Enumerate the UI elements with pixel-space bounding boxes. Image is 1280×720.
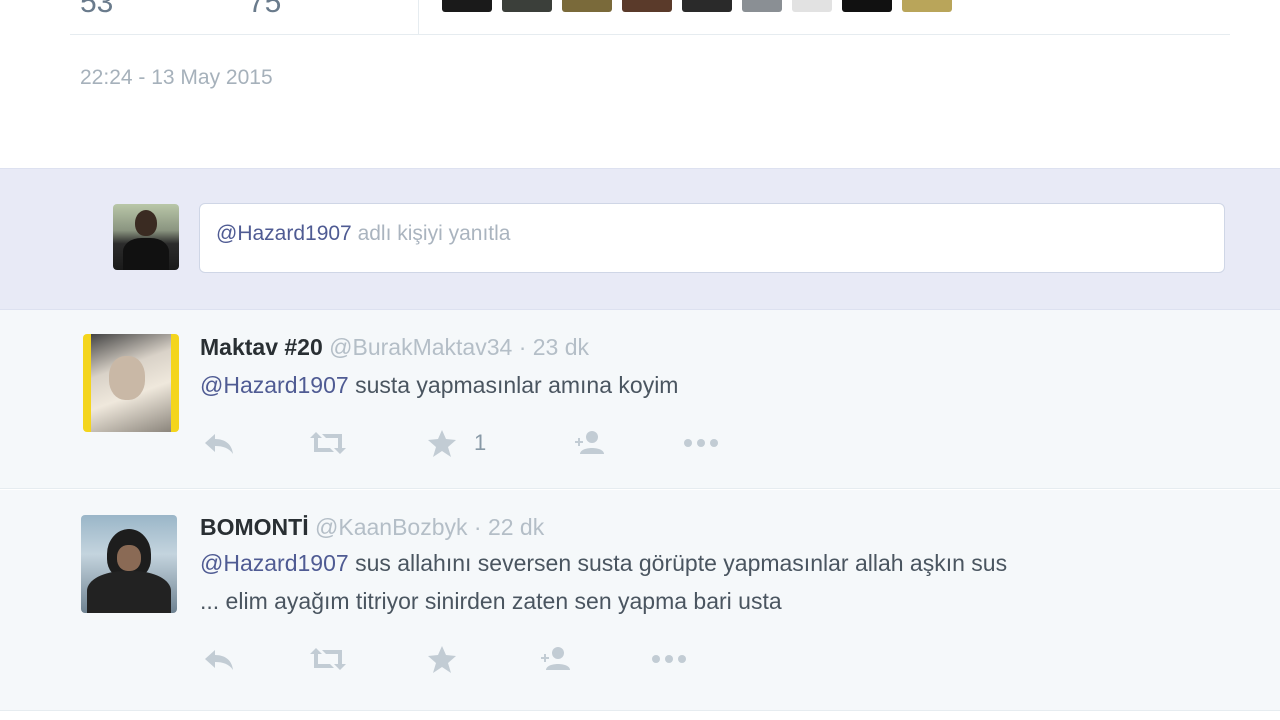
favorite-count[interactable]: 75: [248, 0, 281, 20]
tweet-timestamp[interactable]: 22:24 - 13 May 2015: [80, 66, 273, 90]
favoriter-avatar[interactable]: [622, 0, 672, 12]
reply-time[interactable]: 23 dk: [533, 334, 589, 360]
favorite-icon[interactable]: [426, 644, 458, 674]
reply-text: @Hazard1907 sus allahını seversen susta …: [200, 544, 1240, 620]
reply-time[interactable]: 22 dk: [488, 514, 544, 540]
reply-author-name[interactable]: Maktav #20: [200, 334, 323, 360]
reply-text: @Hazard1907 susta yapmasınlar amına koyi…: [200, 366, 678, 404]
reply-actions: 1: [200, 428, 760, 458]
retweet-icon[interactable]: [308, 428, 348, 458]
favoriter-avatar[interactable]: [792, 0, 832, 12]
follow-icon[interactable]: [572, 428, 612, 458]
reply-input-placeholder: adlı kişiyi yanıtla: [357, 222, 511, 245]
reply-actions: [200, 644, 760, 674]
favoriter-avatar[interactable]: [902, 0, 952, 12]
reply-body: sus allahını seversen susta görüpte yapm…: [355, 550, 1008, 576]
reply-header: BOMONTİ @KaanBozbyk · 22 dk: [200, 514, 544, 541]
favoriter-avatar[interactable]: [562, 0, 612, 12]
retweet-count[interactable]: 53: [80, 0, 113, 20]
reply-text-line: ... elim ayağım titriyor sinirden zaten …: [200, 588, 782, 614]
reply-favorite-count: 1: [474, 430, 487, 455]
reply-author-name[interactable]: BOMONTİ: [200, 514, 309, 540]
reply-composer: @Hazard1907 adlı kişiyi yanıtla: [0, 168, 1280, 310]
reply-body: susta yapmasınlar amına koyim: [355, 372, 679, 398]
more-icon[interactable]: [648, 644, 690, 674]
stats-divider: [418, 0, 419, 34]
reply-tweet[interactable]: BOMONTİ @KaanBozbyk · 22 dk @Hazard1907 …: [0, 490, 1280, 711]
favoriter-avatar[interactable]: [442, 0, 492, 12]
reply-header: Maktav #20 @BurakMaktav34 · 23 dk: [200, 334, 589, 361]
reply-input[interactable]: @Hazard1907 adlı kişiyi yanıtla: [199, 203, 1225, 273]
reply-tweet[interactable]: Maktav #20 @BurakMaktav34 · 23 dk @Hazar…: [0, 310, 1280, 489]
favoriter-avatar[interactable]: [742, 0, 782, 12]
reply-time-separator: ·: [518, 334, 527, 360]
reply-text-line: @Hazard1907 sus allahını seversen susta …: [200, 544, 1240, 582]
reply-time-separator: ·: [473, 514, 482, 540]
reply-icon[interactable]: [202, 428, 236, 458]
stats-divider-line: [70, 34, 1230, 35]
tweet-detail-page: 53 75 22:24 - 13 May 2015 @Hazard1907 ad…: [0, 0, 1280, 720]
reply-icon[interactable]: [202, 644, 236, 674]
retweet-icon[interactable]: [308, 644, 348, 674]
follow-icon[interactable]: [538, 644, 578, 674]
current-user-avatar: [113, 204, 179, 270]
reply-author-avatar[interactable]: [83, 334, 179, 432]
favorite-icon[interactable]: [426, 428, 458, 458]
favoriter-avatar[interactable]: [502, 0, 552, 12]
reply-author-handle[interactable]: @BurakMaktav34: [329, 334, 512, 360]
favoriter-avatar[interactable]: [682, 0, 732, 12]
reply-input-mention: @Hazard1907: [216, 222, 352, 245]
reply-author-handle[interactable]: @KaanBozbyk: [315, 514, 468, 540]
favoriters-avatar-row: [442, 0, 952, 12]
favoriter-avatar[interactable]: [842, 0, 892, 12]
more-icon[interactable]: [680, 428, 722, 458]
reply-mention[interactable]: @Hazard1907: [200, 550, 349, 576]
reply-mention[interactable]: @Hazard1907: [200, 372, 349, 398]
tweet-stats-strip: 53 75 22:24 - 13 May 2015: [0, 0, 1280, 168]
reply-author-avatar[interactable]: [81, 515, 177, 613]
